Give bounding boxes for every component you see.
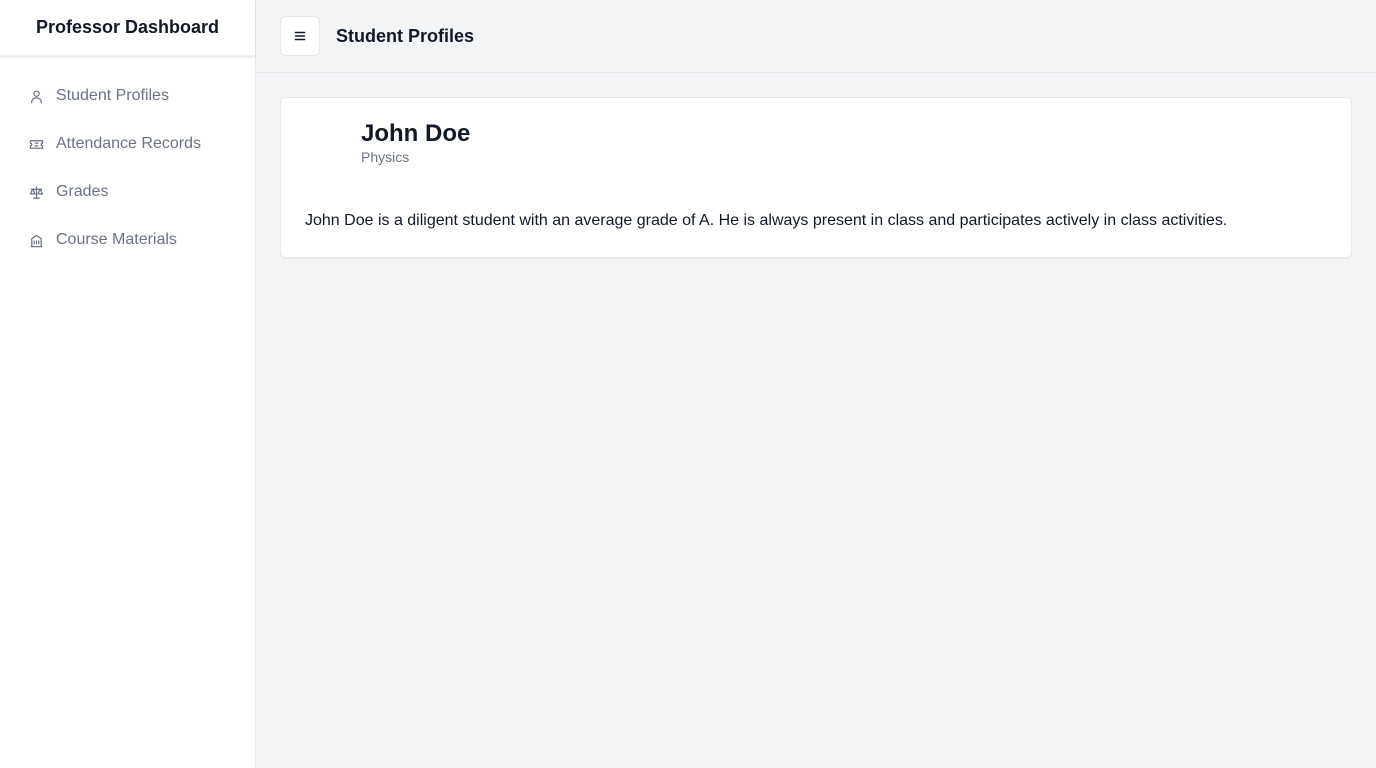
page-title: Student Profiles [336,25,475,46]
sidebar-item-label: Grades [56,183,109,200]
sidebar-item-student-profiles[interactable]: Student Profiles [0,72,255,120]
menu-icon [294,31,306,41]
scale-icon [28,184,44,200]
content-area: John Doe Physics John Doe is a diligent … [256,73,1376,258]
student-subject: Physics [361,149,410,165]
user-icon [28,88,44,104]
sidebar-item-grades[interactable]: Grades [0,168,255,216]
sidebar-item-label: Student Profiles [56,87,169,104]
avatar [305,120,345,160]
student-profile-card: John Doe Physics John Doe is a diligent … [280,97,1352,258]
sidebar: Professor Dashboard Student Profiles Att… [0,0,256,768]
ticket-icon [28,136,44,152]
student-bio: John Doe is a diligent student with an a… [305,212,1228,229]
sidebar-item-attendance-records[interactable]: Attendance Records [0,120,255,168]
sidebar-item-course-materials[interactable]: Course Materials [0,216,255,264]
main-area: Student Profiles John Doe Physics John D… [256,0,1376,768]
sidebar-item-label: Attendance Records [56,135,201,152]
sidebar-nav: Student Profiles Attendance Records Grad… [0,56,255,264]
app-title: Professor Dashboard [0,0,255,56]
menu-toggle-button[interactable] [280,16,320,56]
profile-header: John Doe Physics [305,120,1327,166]
app: Professor Dashboard Student Profiles Att… [0,0,1376,768]
top-bar: Student Profiles [256,0,1376,73]
building-icon [28,232,44,248]
profile-heading: John Doe Physics [361,120,470,166]
student-name: John Doe [361,120,471,147]
sidebar-item-label: Course Materials [56,231,177,248]
